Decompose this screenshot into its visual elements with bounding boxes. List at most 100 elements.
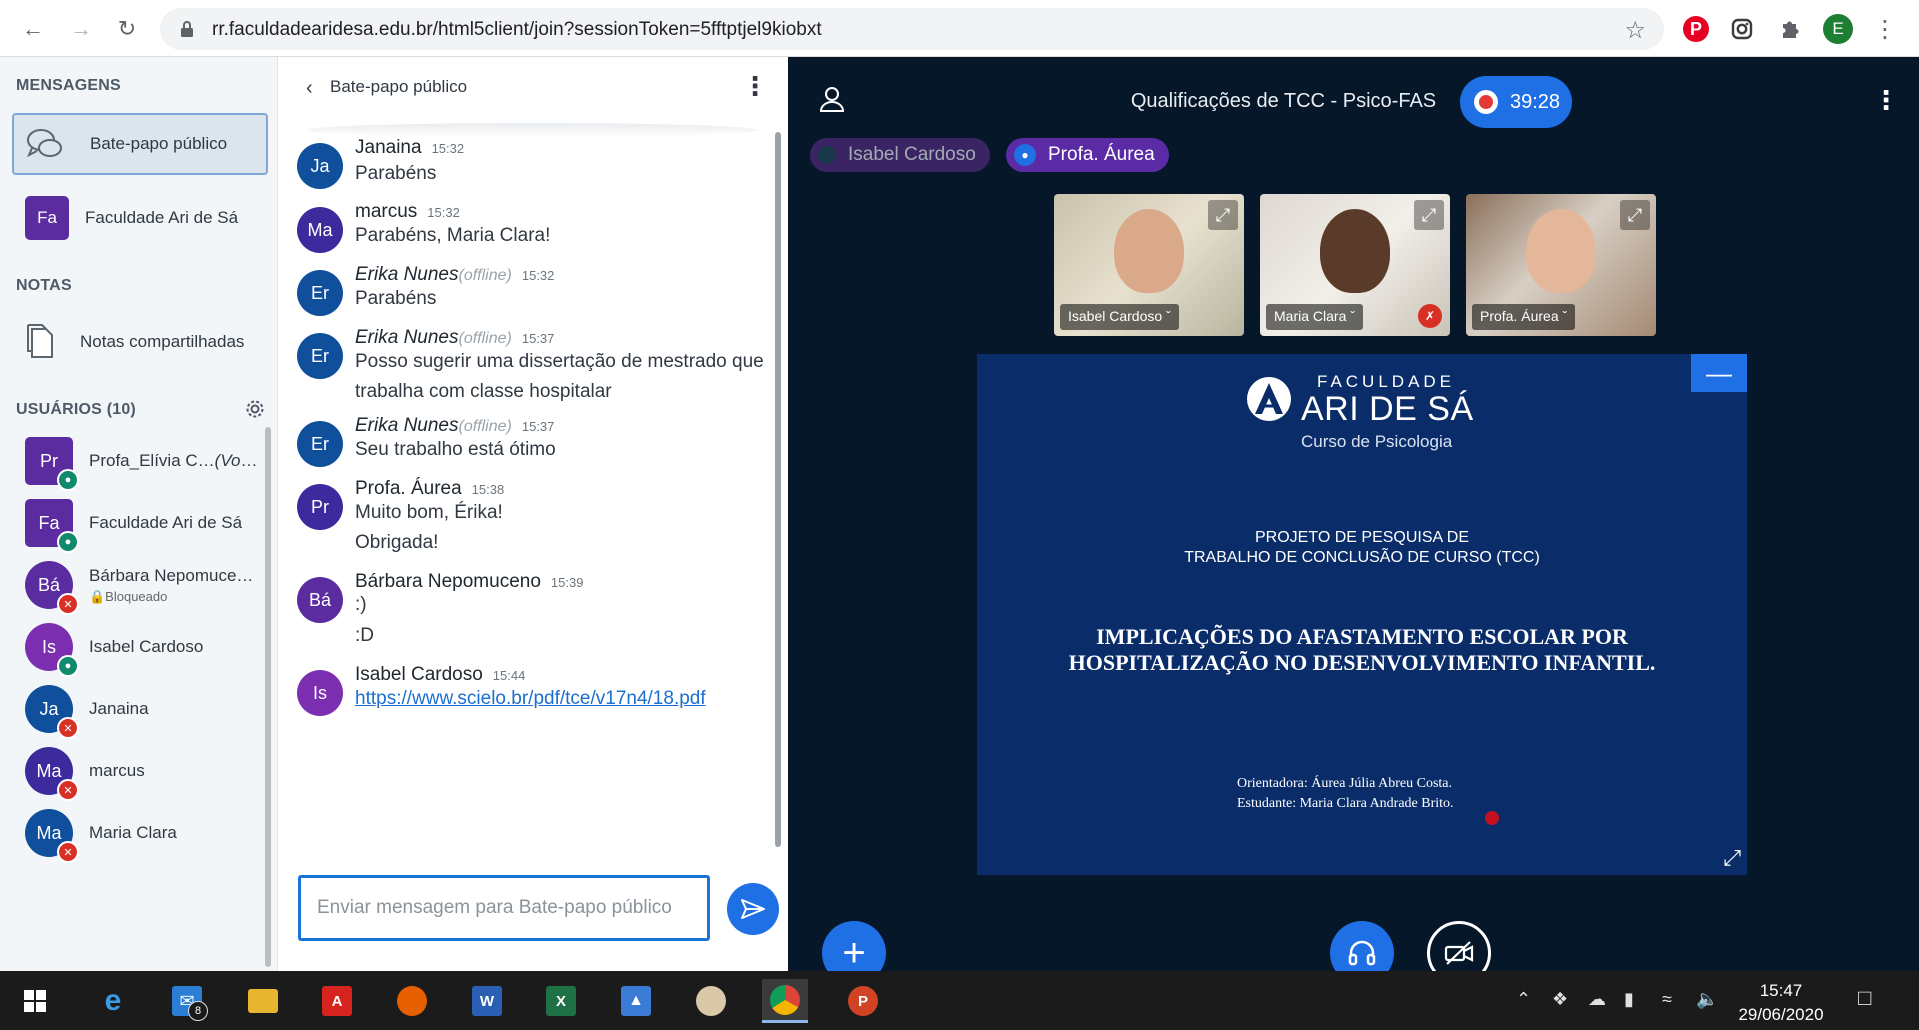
- mail-app-icon[interactable]: ✉ 8: [164, 979, 210, 1023]
- message-avatar: Er: [297, 333, 343, 379]
- settings-gear-icon[interactable]: [244, 398, 266, 420]
- chrome-browser-icon[interactable]: [762, 979, 808, 1023]
- expand-icon[interactable]: ⤢: [1208, 200, 1238, 230]
- message-link[interactable]: https://www.scielo.br/pdf/tce/v17n4/18.p…: [355, 684, 775, 714]
- start-windows-icon[interactable]: [12, 979, 58, 1023]
- minimize-presentation-button[interactable]: —: [1691, 354, 1747, 392]
- back-arrow-icon[interactable]: ←: [18, 14, 48, 44]
- forward-arrow-icon[interactable]: →: [66, 14, 96, 44]
- browser-menu-icon[interactable]: ⋮: [1870, 14, 1900, 44]
- user-avatar: Fa ●: [25, 499, 79, 553]
- windows-taskbar: e ✉ 8 A W X ▲ P ⌃ ❖ ☁ ▮ ≈ 🔈 15:47 29/06/…: [0, 971, 1919, 1030]
- offline-label: (offline): [458, 267, 512, 284]
- offline-label: (offline): [458, 330, 512, 347]
- presentation-slide: — FACULDADE ARI DE SÁ Curso de Psicologi…: [977, 354, 1747, 875]
- tray-chevron-up-icon[interactable]: ⌃: [1516, 989, 1531, 1010]
- user-name: Faculdade Ari de Sá: [89, 513, 243, 532]
- user-name: Janaina: [89, 699, 149, 718]
- paint-app-icon[interactable]: [688, 979, 734, 1023]
- notifications-icon[interactable]: □: [1858, 985, 1871, 1011]
- reload-icon[interactable]: ↻: [112, 14, 142, 44]
- video-tile-profa-aurea[interactable]: ⤢ Profa. Áurea ˇ: [1466, 194, 1656, 336]
- user-name: marcus: [89, 761, 145, 780]
- video-tile-maria-clara[interactable]: ⤢ Maria Clara ˇ ✗: [1260, 194, 1450, 336]
- wifi-tray-icon[interactable]: ≈: [1662, 989, 1672, 1010]
- acrobat-reader-icon[interactable]: A: [314, 979, 360, 1023]
- edge-browser-icon[interactable]: e: [90, 979, 136, 1023]
- powerpoint-icon[interactable]: P: [840, 979, 886, 1023]
- send-button[interactable]: [727, 883, 779, 935]
- profile-avatar[interactable]: E: [1823, 14, 1853, 44]
- chat-scrollbar[interactable]: [775, 132, 781, 847]
- user-item[interactable]: Is ● Isabel Cardoso: [25, 617, 265, 677]
- shared-notes-item[interactable]: Notas compartilhadas: [12, 311, 268, 373]
- pinterest-extension-icon[interactable]: P: [1683, 16, 1709, 42]
- user-avatar: Pr ●: [25, 437, 79, 491]
- user-item[interactable]: Pr ● Profa_Elívia C…(Você): [25, 431, 265, 491]
- user-item[interactable]: Fa ● Faculdade Ari de Sá: [25, 493, 265, 553]
- message-text: Obrigada!: [355, 532, 439, 553]
- users-scrollbar[interactable]: [265, 427, 271, 967]
- video-off-icon: [1444, 941, 1474, 965]
- private-chat-avatar: Fa: [25, 196, 69, 240]
- message-text: Parabéns: [355, 288, 437, 309]
- expand-icon[interactable]: ⤢: [1620, 200, 1650, 230]
- recording-indicator[interactable]: 39:28: [1460, 76, 1572, 128]
- volume-tray-icon[interactable]: 🔈: [1696, 989, 1718, 1010]
- headset-icon: [1348, 940, 1376, 966]
- brand-main-text: ARI DE SÁ: [1301, 390, 1474, 428]
- user-item[interactable]: Ja ✕ Janaina: [25, 679, 265, 739]
- user-item[interactable]: Ma ✕ Maria Clara: [25, 803, 265, 863]
- message-input-box[interactable]: [298, 875, 710, 941]
- talker-status-dot: [818, 146, 836, 164]
- file-explorer-icon[interactable]: [240, 979, 286, 1023]
- offline-label: (offline): [458, 418, 512, 435]
- talking-indicator-active[interactable]: ● Profa. Áurea: [1006, 138, 1169, 172]
- dropbox-tray-icon[interactable]: ❖: [1552, 989, 1568, 1010]
- meeting-options-icon[interactable]: ⋮: [1873, 85, 1899, 116]
- instagram-extension-icon[interactable]: [1727, 14, 1757, 44]
- video-name-label[interactable]: Profa. Áurea ˇ: [1472, 304, 1576, 330]
- message-input[interactable]: [301, 878, 707, 938]
- chevron-left-icon[interactable]: ‹: [306, 77, 313, 100]
- url-text: rr.faculdadearidesa.edu.br/html5client/j…: [212, 19, 822, 40]
- user-item[interactable]: Ma ✕ marcus: [25, 741, 265, 801]
- address-bar[interactable]: rr.faculdadearidesa.edu.br/html5client/j…: [160, 8, 1664, 50]
- extensions-puzzle-icon[interactable]: [1775, 14, 1805, 44]
- excel-icon[interactable]: X: [538, 979, 584, 1023]
- user-avatar: Bá ✕: [25, 561, 79, 615]
- message-avatar: Ja: [297, 143, 343, 189]
- participant-video: [1114, 208, 1184, 293]
- headset-icon: ●: [57, 469, 79, 491]
- user-item[interactable]: Bá ✕ Bárbara Nepomuce… 🔒Bloqueado: [25, 555, 265, 615]
- bookmark-star-icon[interactable]: ☆: [1624, 16, 1646, 45]
- video-name-label[interactable]: Isabel Cardoso ˇ: [1060, 304, 1179, 330]
- fullscreen-icon[interactable]: ⤢: [1723, 845, 1741, 871]
- expand-icon[interactable]: ⤢: [1414, 200, 1444, 230]
- system-clock[interactable]: 15:47 29/06/2020: [1726, 979, 1836, 1027]
- firefox-icon[interactable]: [389, 979, 435, 1023]
- private-chat-item[interactable]: Fa Faculdade Ari de Sá: [12, 187, 268, 249]
- public-chat-item[interactable]: Bate-papo público: [12, 113, 268, 175]
- talking-indicator-inactive[interactable]: Isabel Cardoso: [810, 138, 990, 172]
- video-tile-isabel[interactable]: ⤢ Isabel Cardoso ˇ: [1054, 194, 1244, 336]
- chat-options-icon[interactable]: ⋮: [742, 71, 768, 102]
- message-time: 15:32: [521, 268, 555, 283]
- word-icon[interactable]: W: [464, 979, 510, 1023]
- chat-title[interactable]: Bate-papo público: [330, 77, 467, 97]
- message-time: 15:39: [550, 575, 584, 590]
- message-time: 15:37: [521, 331, 555, 346]
- public-chat-label: Bate-papo público: [90, 134, 228, 153]
- microphone-icon: ●: [57, 655, 79, 677]
- message-sender: Isabel Cardoso 15:44: [355, 664, 526, 685]
- video-name-label[interactable]: Maria Clara ˇ: [1266, 304, 1363, 330]
- chat-header: ‹ Bate-papo público ⋮: [278, 57, 789, 127]
- onedrive-tray-icon[interactable]: ☁: [1588, 989, 1606, 1010]
- message-avatar: Pr: [297, 484, 343, 530]
- notes-section-title: NOTAS: [16, 277, 72, 294]
- photos-app-icon[interactable]: ▲: [613, 979, 659, 1023]
- message-avatar: Er: [297, 270, 343, 316]
- battery-tray-icon[interactable]: ▮: [1624, 989, 1634, 1010]
- notes-document-icon: [27, 324, 53, 358]
- shared-notes-label: Notas compartilhadas: [80, 332, 245, 351]
